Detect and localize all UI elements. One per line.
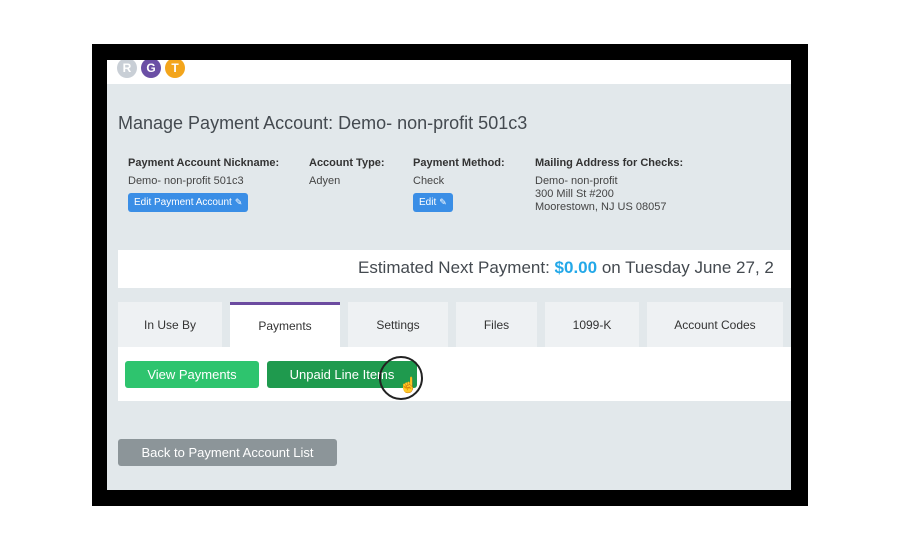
tab-files[interactable]: Files — [456, 302, 537, 347]
tab-in-use-by[interactable]: In Use By — [118, 302, 222, 347]
nickname-value: Demo- non-profit 501c3 — [128, 175, 244, 187]
edit-method-label: Edit — [419, 197, 437, 208]
edit-payment-account-button[interactable]: Edit Payment Account ✎ — [128, 193, 249, 212]
address-line-1: Demo- non-profit — [535, 175, 618, 187]
tab-account-codes[interactable]: Account Codes — [647, 302, 783, 347]
edit-method-button[interactable]: Edit ✎ — [413, 193, 453, 212]
address-line-3: Moorestown, NJ US 08057 — [535, 201, 667, 213]
estimated-next-payment: Estimated Next Payment: $0.00 on Tuesday… — [358, 258, 774, 278]
address-line-2: 300 Mill St #200 — [535, 188, 614, 200]
edit-payment-account-label: Edit Payment Account — [134, 197, 232, 208]
page-title: Manage Payment Account: Demo- non-profit… — [118, 113, 528, 133]
top-bar: R G T — [107, 60, 791, 84]
estimate-prefix: Estimated Next Payment: — [358, 258, 550, 277]
tab-1099-k[interactable]: 1099-K — [545, 302, 639, 347]
back-to-list-button[interactable]: Back to Payment Account List — [118, 439, 337, 466]
payment-method-value: Check — [413, 175, 445, 187]
logo-g: G — [141, 60, 161, 78]
tab-payments[interactable]: Payments — [230, 302, 340, 348]
mailing-address-label: Mailing Address for Checks: — [535, 157, 684, 169]
nickname-label: Payment Account Nickname: — [128, 157, 280, 169]
payment-method-label: Payment Method: — [413, 157, 505, 169]
logo-t: T — [165, 60, 185, 78]
hand-pointer-icon: ☝ — [399, 377, 418, 394]
account-type-value: Adyen — [309, 175, 341, 187]
logo-r: R — [117, 60, 137, 78]
edit-icon: ✎ — [234, 197, 243, 207]
account-type-label: Account Type: — [309, 157, 385, 169]
app-screen: R G T Manage Payment Account: Demo- non-… — [107, 60, 791, 490]
tab-settings[interactable]: Settings — [348, 302, 448, 347]
edit-icon: ✎ — [439, 197, 447, 207]
view-payments-button[interactable]: View Payments — [125, 361, 259, 388]
estimate-amount: $0.00 — [554, 258, 598, 277]
estimate-suffix: on Tuesday June 27, 2 — [601, 258, 774, 277]
